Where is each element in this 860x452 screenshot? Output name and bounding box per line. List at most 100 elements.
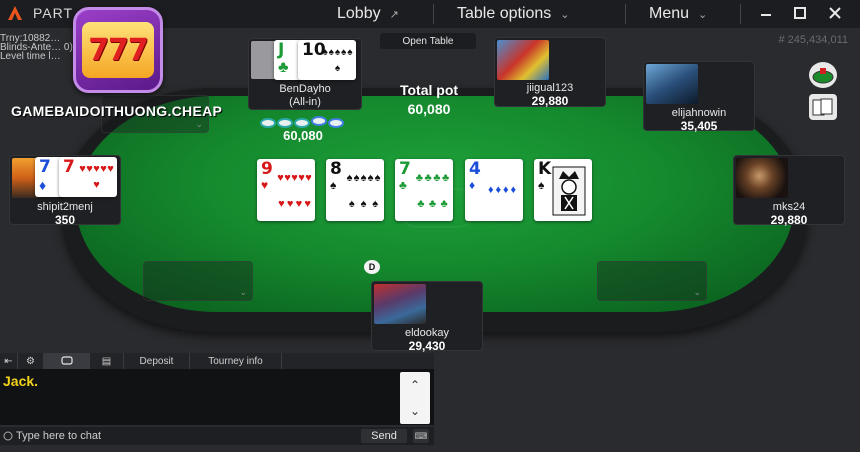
chat-scrollbar[interactable]: ⌃ ⌄ [400,372,430,424]
chip-icon [294,118,310,128]
collapse-tab[interactable]: ⇤ [0,353,18,369]
board-card: 4 ♦ ♦ ♦ ♦ ♦ [465,159,523,221]
heart-icon: ♥ [261,178,269,192]
hole-card: 10 ♠ ♠ ♠ ♠ ♠ ♠ [298,40,356,80]
chevron-down-icon: ⌄ [698,8,708,21]
club-icon: ♣ [399,178,407,192]
card-rank: K [538,159,552,179]
player-stack: 29,880 [531,94,569,108]
tournament-info: Trny:10882… Blinds-Ante… 0) Level time l… [0,34,73,62]
settings-tab[interactable]: ⚙ [18,353,44,369]
close-button[interactable] [822,2,848,24]
chevron-down-icon: ⌄ [195,119,203,129]
chevron-down-icon: ⌄ [409,404,421,418]
replayer-icon[interactable] [809,62,837,88]
player-name: BenDayho [279,83,331,95]
seat-eldookay[interactable]: eldookay 29,430 [371,281,483,353]
chat-input-row: Send ⌨ [0,427,434,445]
cards-icon[interactable] [809,94,837,120]
scroll-down-button[interactable]: ⌄ [400,398,430,424]
player-name: jiigual123 [526,82,574,94]
board-card: 8 ♠ ♠ ♠ ♠ ♠ ♠ ♠ ♠ ♠ [326,159,384,221]
spade-icon: ♠ [330,178,337,192]
lobby-label: Lobby [337,5,381,22]
king-figure-icon [552,166,586,216]
notes-icon: ▤ [101,355,112,367]
player-name: eldookay [404,327,450,339]
board-card: 9 ♥ ♥ ♥ ♥ ♥ ♥ ♥ ♥ ♥ ♥ [257,159,315,221]
maximize-icon [794,7,806,19]
player-stack: 35,405 [680,119,718,133]
diamond-icon: ♦ [469,178,476,192]
slot-text: 777 [88,32,149,68]
avatar [736,158,788,198]
send-button[interactable]: Send [361,429,407,443]
tourney-info-tab[interactable]: Tourney info [190,353,282,369]
club-icon: ♣ [278,59,289,76]
deposit-tab[interactable]: Deposit [124,353,190,369]
empty-seat[interactable]: ⌄ [597,261,707,301]
chat-input[interactable] [16,428,346,444]
player-name: elijahnowin [671,107,727,119]
diamond-icon: ♦ [39,177,47,193]
external-link-icon: ↗ [389,8,399,21]
seat-mks24[interactable]: mks24 29,880 [733,155,845,227]
chat-bubble-icon [60,356,73,365]
chat-tab[interactable] [44,353,90,369]
card-rank: 8 [330,159,342,179]
chat-log [0,369,434,425]
chevron-down-icon: ⌄ [693,287,701,297]
chevron-down-icon: ⌄ [560,8,570,21]
table-icon [812,68,834,84]
chip-icon [277,118,293,128]
table-options-button[interactable]: Table options ⌄ [457,0,570,28]
seat-elijahnowin[interactable]: elijahnowin 35,405 [643,61,755,133]
separator [625,4,626,24]
avatar [374,284,426,324]
chevron-up-icon: ⌃ [409,378,421,392]
menu-label: Menu [649,5,690,22]
notes-tab[interactable]: ▤ [90,353,124,369]
site-watermark: GAMEBAIDOITHUONG.CHEAP [11,103,223,119]
collapse-icon: ⇤ [4,355,13,367]
empty-seat[interactable]: ⌄ [143,261,253,301]
avatar [497,40,549,80]
scroll-up-button[interactable]: ⌃ [400,372,430,398]
card-pips: ♠ ♠ ♠ ♠ ♠ ♠ ♠ ♠ [346,171,381,210]
minimize-button[interactable] [753,2,779,24]
gear-icon: ⚙ [26,355,35,367]
dealer-button: D [364,260,380,274]
open-table-button[interactable]: Open Table [380,33,476,49]
card-pips: ♥ ♥ ♥ ♥ ♥ ♥ ♥ ♥ ♥ [277,171,312,210]
maximize-button[interactable] [787,2,813,24]
separator [740,4,741,24]
player-name: shipit2menj [37,201,93,213]
chip-icon [311,116,327,126]
card-rank: 7 [399,159,411,179]
total-pot-label: Total pot [399,82,459,98]
hand-id: # 245,434,011 [778,34,848,46]
partypoker-logo-icon [8,6,22,20]
total-pot-value: 60,080 [407,101,451,117]
chat-message: Jack. [3,373,39,389]
board-card: K ♠ [534,159,592,221]
board-card: 7 ♣ ♣ ♣ ♣ ♣ ♣ ♣ ♣ [395,159,453,221]
chat-tab-bar: ⇤ ⚙ ▤ Deposit Tourney info [0,353,434,369]
card-pips: ♣ ♣ ♣ ♣ ♣ ♣ ♣ [415,171,450,210]
player-status: (All-in) [289,96,321,108]
player-name: mks24 [772,201,806,213]
avatar [646,64,698,104]
keyboard-icon[interactable]: ⌨ [413,429,429,443]
minimize-icon [761,14,771,16]
card-rank: 4 [469,159,481,179]
seat-jiigual123[interactable]: jiigual123 29,880 [494,37,606,108]
card-rank: 9 [261,159,273,179]
card-rank: 7 [39,157,51,177]
chip-icon [260,118,276,128]
card-rank: 7 [63,157,75,177]
player-stack: 29,430 [408,339,446,353]
chip-icon [328,118,344,128]
lobby-button[interactable]: Lobby ↗ [337,0,399,28]
chevron-down-icon: ⌄ [239,287,247,297]
menu-button[interactable]: Menu ⌄ [649,0,707,28]
